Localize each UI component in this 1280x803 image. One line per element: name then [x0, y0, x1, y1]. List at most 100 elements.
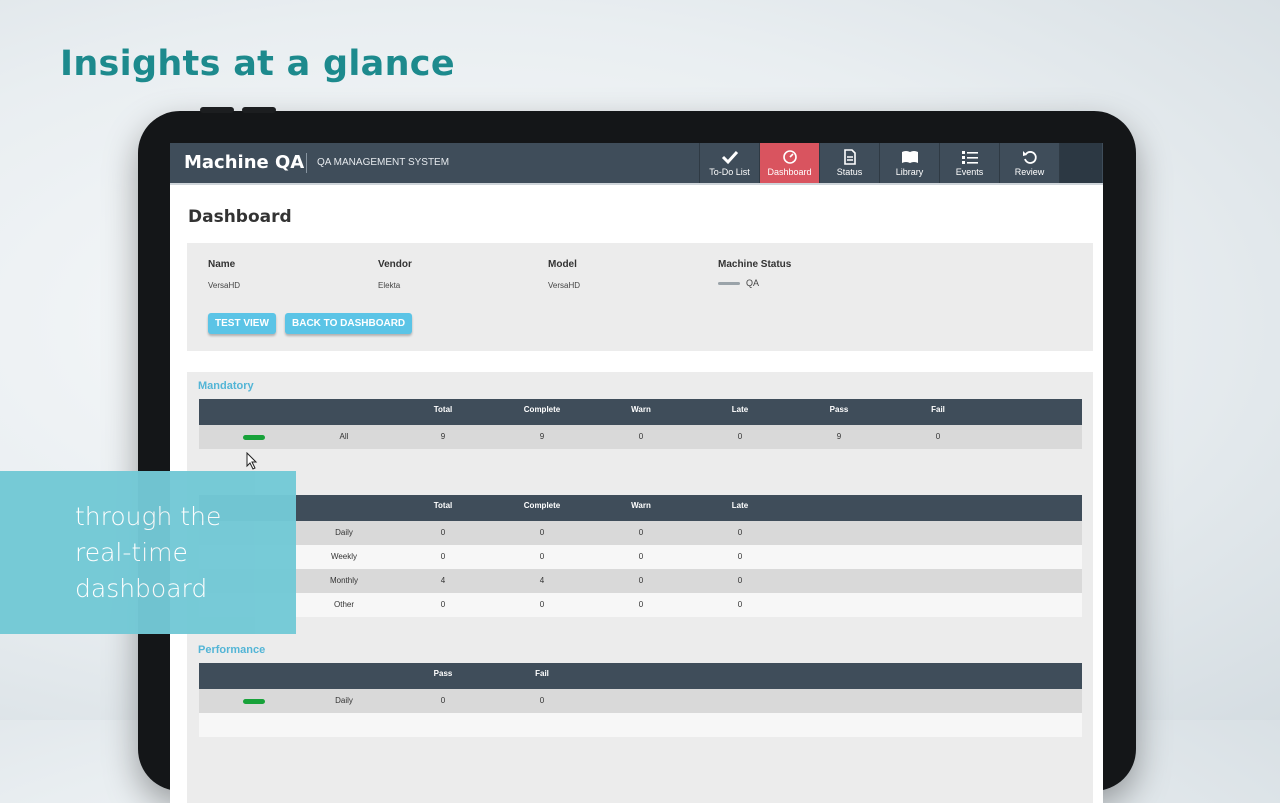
col-warn: Warn	[631, 501, 651, 510]
back-to-dashboard-button[interactable]: BACK TO DASHBOARD	[285, 313, 413, 334]
table-header: Total Complete Warn Late	[199, 495, 1082, 521]
col-late: Late	[731, 405, 749, 414]
col-total: Total	[433, 501, 453, 510]
cell-complete: 0	[539, 528, 545, 537]
undo-icon	[1022, 149, 1038, 165]
name-label: Name	[208, 259, 236, 270]
table-row[interactable]: Monthly 4 4 0 0	[199, 569, 1082, 593]
table-header: Pass Fail	[199, 663, 1082, 689]
col-warn: Warn	[631, 405, 651, 414]
col-pass: Pass	[829, 405, 849, 414]
nav-review[interactable]: Review	[999, 143, 1059, 183]
page-title: Dashboard	[188, 207, 292, 227]
vendor-value: Elekta	[378, 281, 401, 290]
cell-late: 0	[737, 600, 743, 609]
app-header: Machine QA QA MANAGEMENT SYSTEM To-Do Li…	[170, 143, 1103, 185]
cell-total: 0	[440, 600, 446, 609]
status-label: Machine Status	[718, 259, 792, 270]
status-value: QA	[718, 278, 791, 288]
machine-name: Name VersaHD	[208, 259, 240, 290]
nav-label: Dashboard	[767, 167, 812, 177]
cell-fail: 0	[935, 432, 941, 441]
nav-label: Review	[1014, 167, 1045, 177]
tablet-button	[242, 107, 276, 113]
vendor-label: Vendor	[378, 259, 412, 270]
cell-pass: 9	[836, 432, 842, 441]
status-text: QA	[746, 278, 760, 288]
cell-fail: 0	[539, 696, 545, 705]
nav-todo-list[interactable]: To-Do List	[699, 143, 759, 183]
app-brand: Machine QA	[184, 152, 305, 173]
cell-late: 0	[737, 576, 743, 585]
nav-label: Events	[955, 167, 984, 177]
col-fail: Fail	[931, 405, 945, 414]
headline: Insights at a glance	[60, 44, 455, 84]
table-row[interactable]: Other 0 0 0 0	[199, 593, 1082, 617]
qa-summary-panel: Mandatory Total Complete Warn Late Pass …	[187, 372, 1093, 803]
machine-model: Model VersaHD	[548, 259, 580, 290]
cell-warn: 0	[638, 600, 644, 609]
mouse-cursor-icon	[246, 451, 258, 475]
table-row[interactable]: All 9 9 0 0 9 0	[199, 425, 1082, 449]
caption-overlay: through the real-time dashboard	[0, 471, 296, 634]
nav-spacer	[1059, 143, 1102, 183]
cell-late: 0	[737, 552, 743, 561]
col-complete: Complete	[523, 405, 561, 414]
mandatory-table: Total Complete Warn Late Pass Fail All 9…	[199, 399, 1082, 449]
test-view-button[interactable]: TEST VIEW	[208, 313, 276, 334]
nav-label: To-Do List	[709, 167, 750, 177]
cell-complete: 0	[539, 600, 545, 609]
cell-complete: 4	[539, 576, 545, 585]
performance-title: Performance	[198, 644, 266, 656]
schedule-table: Total Complete Warn Late Daily 0 0 0 0 W…	[199, 495, 1082, 617]
row-label: All	[339, 432, 349, 441]
machine-status: Machine Status QA	[718, 259, 791, 288]
col-complete: Complete	[523, 501, 561, 510]
row-label: Monthly	[329, 576, 359, 585]
cell-total: 0	[440, 552, 446, 561]
model-label: Model	[548, 259, 577, 270]
document-icon	[843, 149, 857, 165]
row-label: Other	[333, 600, 355, 609]
cell-complete: 9	[539, 432, 545, 441]
tablet-screen: Machine QA QA MANAGEMENT SYSTEM To-Do Li…	[170, 143, 1103, 803]
table-row[interactable]: Daily 0 0 0 0	[199, 521, 1082, 545]
brand-divider	[306, 153, 307, 173]
cell-total: 4	[440, 576, 446, 585]
row-label: Weekly	[330, 552, 358, 561]
nav-label: Library	[895, 167, 924, 177]
row-label: Daily	[335, 528, 353, 537]
table-header: Total Complete Warn Late Pass Fail	[199, 399, 1082, 425]
name-value: VersaHD	[208, 281, 241, 290]
cell-total: 9	[440, 432, 446, 441]
app-subtitle: QA MANAGEMENT SYSTEM	[317, 157, 450, 168]
col-total: Total	[433, 405, 453, 414]
tablet-button	[200, 107, 234, 113]
table-row[interactable]: Weekly 0 0 0 0	[199, 545, 1082, 569]
col-late: Late	[731, 501, 749, 510]
caption-text: through the real-time dashboard	[75, 502, 222, 603]
mandatory-title: Mandatory	[198, 380, 254, 392]
cell-late: 0	[737, 528, 743, 537]
performance-table: Pass Fail Daily 0 0	[199, 663, 1082, 737]
nav-label: Status	[836, 167, 863, 177]
table-row[interactable]	[199, 713, 1082, 737]
cell-warn: 0	[638, 432, 644, 441]
nav-events[interactable]: Events	[939, 143, 999, 183]
list-icon	[961, 149, 979, 165]
cell-warn: 0	[638, 576, 644, 585]
table-row[interactable]: Daily 0 0	[199, 689, 1082, 713]
col-fail: Fail	[535, 669, 549, 678]
col-pass: Pass	[433, 669, 453, 678]
row-label: Daily	[335, 696, 353, 705]
nav-library[interactable]: Library	[879, 143, 939, 183]
checkmark-icon	[721, 149, 739, 165]
nav-dashboard[interactable]: Dashboard	[759, 143, 819, 183]
cell-pass: 0	[440, 696, 446, 705]
status-ok-icon	[243, 699, 265, 704]
main-nav: To-Do List Dashboard Status Library Even…	[699, 143, 1102, 183]
book-icon	[901, 149, 919, 165]
cell-warn: 0	[638, 552, 644, 561]
gauge-icon	[782, 149, 798, 165]
nav-status[interactable]: Status	[819, 143, 879, 183]
